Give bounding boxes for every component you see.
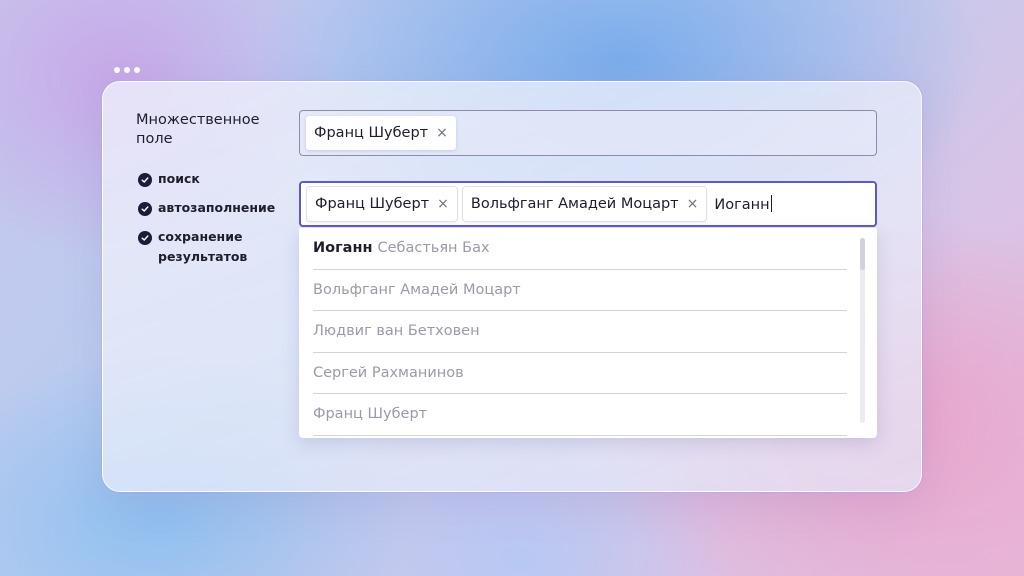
multi-select-search-field[interactable]: Франц Шуберт × Вольфганг Амадей Моцарт ×… [299,181,877,227]
option-rest: Сергей Рахманинов [313,364,464,381]
multi-select-field[interactable]: Франц Шуберт × [299,110,877,156]
feature-label: автозаполнение [158,200,276,215]
chip-label: Франц Шуберт [314,125,429,141]
selected-chip: Франц Шуберт × [307,187,457,221]
autocomplete-dropdown: Иоганн Себастьян Бах Вольфганг Амадей Моц… [299,228,877,438]
dropdown-option[interactable]: Вольфганг Амадей Моцарт [313,270,847,311]
demo-panel: Множественное поле поиск автозаполнение … [102,81,922,492]
scrollbar-thumb[interactable] [860,238,865,270]
chip-remove-icon[interactable]: × [436,126,448,140]
selected-chip: Франц Шуберт × [306,116,456,150]
chip-remove-icon[interactable]: × [437,197,449,211]
option-match: Иоганн [313,240,373,257]
dot [124,67,130,73]
dropdown-option[interactable]: Людвиг ван Бетховен [313,311,847,353]
option-rest: Франц Шуберт [313,406,428,423]
search-query: Иоганн [714,197,770,213]
feature-item: сохранение результатов [138,229,288,267]
check-circle-icon [138,173,152,187]
dropdown-option[interactable]: Иоганн Себастьян Бах [313,228,847,270]
feature-list: поиск автозаполнение сохранение результа… [138,171,288,279]
dot [114,67,120,73]
search-input[interactable]: Иоганн [714,195,772,213]
feature-item: поиск [138,171,288,189]
chip-label: Вольфганг Амадей Моцарт [470,196,679,212]
dropdown-scrollbar[interactable] [860,238,865,423]
dot [134,67,140,73]
text-caret [770,195,772,212]
dropdown-option[interactable]: Сергей Рахманинов [313,353,847,394]
window-dots [114,67,140,73]
feature-label: сохранение результатов [158,229,248,264]
dropdown-option[interactable]: Франц Шуберт [313,394,847,436]
feature-item: автозаполнение [138,200,288,218]
selected-chip: Вольфганг Амадей Моцарт × [462,187,707,221]
panel-title: Множественное поле [136,112,260,147]
feature-label: поиск [158,171,200,186]
check-circle-icon [138,202,152,216]
option-rest: Вольфганг Амадей Моцарт [313,281,521,298]
option-rest: Людвиг ван Бетховен [313,323,480,340]
check-circle-icon [138,231,152,245]
chip-remove-icon[interactable]: × [687,197,699,211]
chip-label: Франц Шуберт [315,196,430,212]
option-rest: Себастьян Бах [377,240,490,257]
